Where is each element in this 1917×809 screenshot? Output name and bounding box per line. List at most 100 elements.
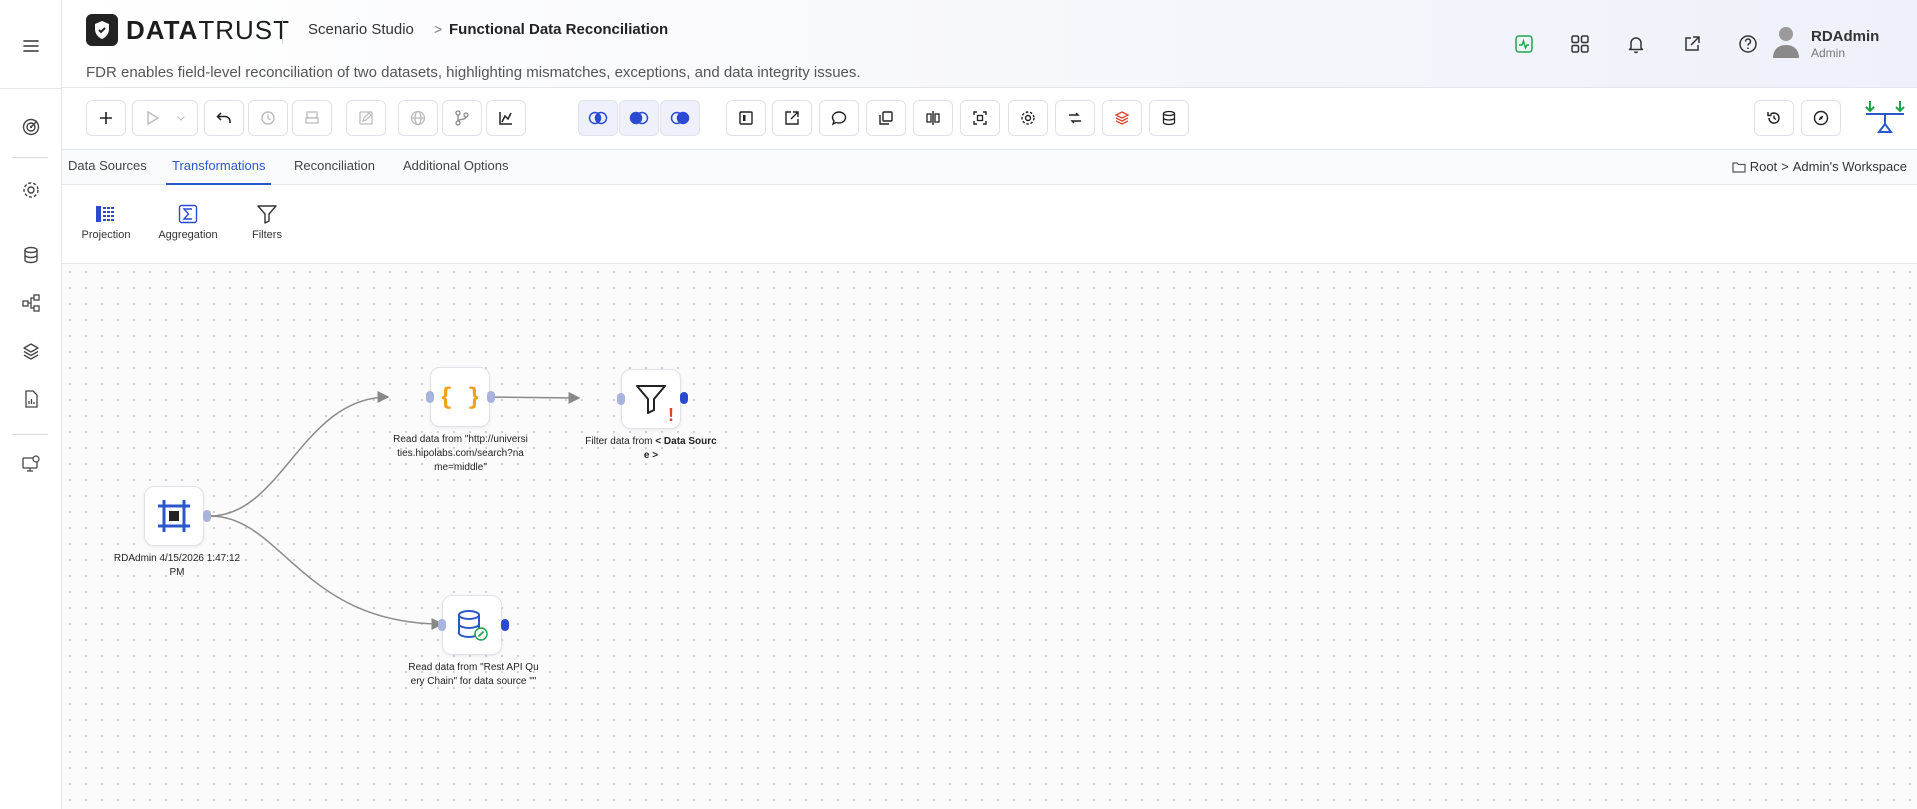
- palette-projection[interactable]: Projection: [71, 203, 141, 241]
- target-icon[interactable]: [19, 115, 43, 139]
- settings-gear-icon[interactable]: [19, 178, 43, 202]
- full-join-button[interactable]: [578, 100, 618, 136]
- header: DATATRUST Scenario Studio > Functional D…: [62, 0, 1917, 88]
- branch-button[interactable]: [442, 100, 482, 136]
- left-rail: [0, 0, 62, 809]
- rail-divider: [12, 157, 48, 158]
- print-button[interactable]: [292, 100, 332, 136]
- app-root: DATATRUST Scenario Studio > Functional D…: [0, 0, 1917, 809]
- db-read-node[interactable]: [442, 595, 502, 655]
- panel-left-button[interactable]: [726, 100, 766, 136]
- notification-bell-icon[interactable]: [1608, 30, 1664, 58]
- toolbar: [62, 88, 1917, 150]
- database-icon[interactable]: [19, 243, 43, 267]
- header-icons: [1496, 30, 1776, 58]
- workflow-edges: [209, 391, 581, 630]
- rail-divider: [12, 434, 48, 435]
- history-button[interactable]: [248, 100, 288, 136]
- rail-divider: [0, 88, 62, 89]
- report-icon[interactable]: [19, 387, 43, 411]
- source-output-port[interactable]: [203, 510, 211, 522]
- projection-icon: [71, 203, 141, 225]
- tab-reconciliation[interactable]: Reconciliation: [288, 150, 381, 185]
- workflow-icon[interactable]: [19, 291, 43, 315]
- stack-layers-button[interactable]: [1102, 100, 1142, 136]
- chart-button[interactable]: [486, 100, 526, 136]
- help-icon[interactable]: [1720, 30, 1776, 58]
- datatrust-logo[interactable]: DATATRUST: [86, 14, 290, 46]
- json-input-port[interactable]: [426, 391, 434, 403]
- edge-json-to-filter: [481, 391, 581, 404]
- hamburger-menu-icon[interactable]: [19, 36, 43, 56]
- workspace-breadcrumb[interactable]: Root > Admin's Workspace: [1732, 159, 1907, 174]
- add-button[interactable]: [86, 100, 126, 136]
- copy-button[interactable]: [866, 100, 906, 136]
- shield-logo-icon: [86, 14, 118, 46]
- layers-icon[interactable]: [19, 339, 43, 363]
- fit-view-button[interactable]: [960, 100, 1000, 136]
- filter-node[interactable]: !: [621, 369, 681, 429]
- json-output-port[interactable]: [487, 391, 495, 403]
- edge-source-to-json: [209, 391, 390, 517]
- source-node[interactable]: [144, 486, 204, 546]
- palette-aggregation[interactable]: Aggregation: [153, 203, 223, 241]
- reconciliation-balance-icon[interactable]: [1862, 98, 1908, 138]
- apps-grid-icon[interactable]: [1552, 30, 1608, 58]
- user-role: Admin: [1811, 46, 1846, 60]
- edit-button[interactable]: [346, 100, 386, 136]
- json-braces-icon: { }: [442, 383, 478, 411]
- database-button[interactable]: [1149, 100, 1189, 136]
- workspace-separator: >: [1781, 159, 1789, 174]
- open-external-button[interactable]: [772, 100, 812, 136]
- palette-label: Filters: [252, 229, 282, 241]
- tab-additional-options[interactable]: Additional Options: [397, 150, 515, 185]
- activity-status-icon[interactable]: [1496, 30, 1552, 58]
- filter-input-port[interactable]: [617, 393, 625, 405]
- comment-button[interactable]: [819, 100, 859, 136]
- right-join-button[interactable]: [660, 100, 700, 136]
- folder-icon: [1732, 161, 1746, 173]
- workspace-name: Admin's Workspace: [1792, 159, 1907, 174]
- db-output-port[interactable]: [501, 619, 509, 631]
- user-profile[interactable]: RDAdmin Admin: [1771, 24, 1879, 60]
- filter-icon: [636, 385, 666, 414]
- breadcrumb-chevron-icon: >: [434, 21, 443, 37]
- align-button[interactable]: [913, 100, 953, 136]
- tab-transformations[interactable]: Transformations: [166, 150, 272, 185]
- restore-version-button[interactable]: [1754, 100, 1794, 136]
- external-link-icon[interactable]: [1664, 30, 1720, 58]
- palette-label: Aggregation: [158, 229, 218, 241]
- chevron-down-icon[interactable]: [175, 112, 187, 124]
- globe-button[interactable]: [398, 100, 438, 136]
- page-title: Functional Data Reconciliation: [449, 21, 669, 38]
- db-read-node-label: Read data from "Rest API Query Chain" fo…: [408, 662, 539, 687]
- brand-name: DATATRUST: [126, 14, 291, 45]
- workflow-canvas[interactable]: RDAdmin 4/15/2026 1:47:12 PM { } Read da…: [62, 264, 1917, 809]
- left-join-button[interactable]: [619, 100, 659, 136]
- palette-label: Projection: [81, 229, 131, 241]
- json-read-node[interactable]: { }: [430, 367, 490, 427]
- monitor-settings-icon[interactable]: [19, 452, 43, 476]
- svg-text:{ }: { }: [442, 383, 478, 411]
- breadcrumb-parent[interactable]: Scenario Studio: [308, 21, 414, 38]
- run-button[interactable]: [132, 100, 198, 136]
- node-settings-button[interactable]: [1008, 100, 1048, 136]
- hash-grid-icon: [158, 500, 190, 532]
- json-read-node-label: Read data from "http://universities.hipo…: [393, 434, 528, 473]
- filter-output-port[interactable]: [680, 392, 688, 404]
- transformation-palette: Projection Aggregation Filters: [62, 185, 1917, 264]
- avatar: [1771, 24, 1801, 58]
- tab-data-sources[interactable]: Data Sources: [62, 150, 153, 185]
- db-input-port[interactable]: [438, 619, 446, 631]
- edge-source-to-db: [209, 515, 444, 630]
- palette-filters[interactable]: Filters: [232, 203, 302, 241]
- sigma-icon: [153, 203, 223, 225]
- section-tabs: Data Sources Transformations Reconciliat…: [62, 150, 1917, 185]
- compass-button[interactable]: [1801, 100, 1841, 136]
- transfer-button[interactable]: [1055, 100, 1095, 136]
- page-subtitle: FDR enables field-level reconciliation o…: [86, 64, 861, 81]
- filter-icon: [232, 203, 302, 225]
- workspace-root: Root: [1749, 159, 1778, 174]
- undo-button[interactable]: [204, 100, 244, 136]
- filter-node-label: Filter data from < Data Source >: [585, 436, 717, 461]
